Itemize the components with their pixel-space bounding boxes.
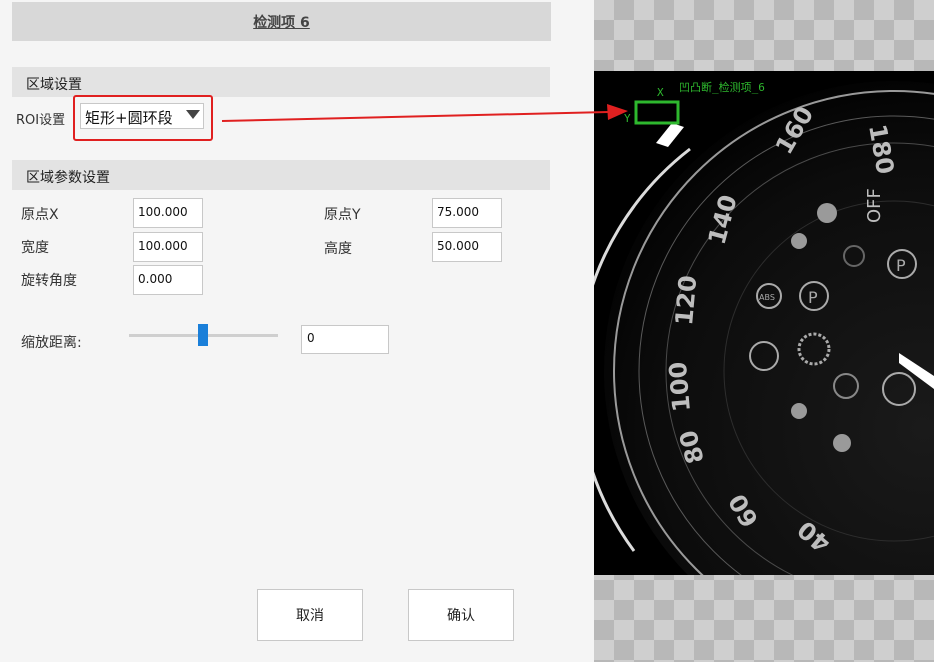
abs-icon-label: ABS bbox=[759, 293, 775, 302]
height-input[interactable]: 50.000 bbox=[432, 232, 502, 262]
axis-x-label: X bbox=[657, 86, 664, 99]
width-input[interactable]: 100.000 bbox=[133, 232, 203, 262]
zoom-input[interactable]: 0 bbox=[301, 325, 389, 354]
params-header: 区域参数设置 bbox=[12, 160, 550, 190]
cancel-button[interactable]: 取消 bbox=[257, 589, 363, 641]
roi-select-value: 矩形+圆环段 bbox=[85, 109, 173, 127]
height-value: 50.000 bbox=[437, 239, 479, 253]
origin-x-value: 100.000 bbox=[138, 205, 188, 219]
origin-y-value: 75.000 bbox=[437, 205, 479, 219]
origin-y-input[interactable]: 75.000 bbox=[432, 198, 502, 228]
confirm-button[interactable]: 确认 bbox=[408, 589, 514, 641]
rotation-input[interactable]: 0.000 bbox=[133, 265, 203, 295]
width-label: 宽度 bbox=[21, 240, 49, 256]
park-icon-label: P bbox=[896, 256, 906, 275]
zoom-label: 缩放距离: bbox=[21, 335, 82, 351]
origin-y-label: 原点Y bbox=[324, 207, 361, 223]
axis-y-label: Y bbox=[624, 112, 631, 125]
region-settings-header: 区域设置 bbox=[12, 67, 550, 97]
title-bar: 检测项 6 bbox=[12, 2, 551, 41]
origin-x-input[interactable]: 100.000 bbox=[133, 198, 203, 228]
origin-x-label: 原点X bbox=[21, 207, 59, 223]
roi-label: ROI设置 bbox=[16, 113, 66, 128]
roi-select[interactable]: 矩形+圆环段 bbox=[80, 103, 204, 129]
overlay-label: 凹凸断_检测项_6 bbox=[679, 80, 765, 94]
airbag-icon bbox=[833, 434, 851, 452]
page-title: 检测项 6 bbox=[253, 14, 310, 31]
park-warning-icon-label: P bbox=[808, 288, 818, 307]
off-label: OFF bbox=[864, 188, 885, 223]
zoom-slider-thumb[interactable] bbox=[198, 324, 208, 346]
width-value: 100.000 bbox=[138, 239, 188, 253]
height-label: 高度 bbox=[324, 241, 352, 257]
rotation-value: 0.000 bbox=[138, 272, 173, 286]
zoom-value: 0 bbox=[307, 331, 315, 345]
dial-number: 100 bbox=[664, 361, 696, 413]
preview-image[interactable]: 180 160 140 120 100 80 60 40 OFF P P ABS… bbox=[594, 71, 934, 575]
rotation-label: 旋转角度 bbox=[21, 273, 77, 289]
settings-panel: 检测项 6 区域设置 ROI设置 矩形+圆环段 区域参数设置 原点X 100.0… bbox=[0, 0, 594, 662]
dial-number: 120 bbox=[670, 274, 702, 326]
seatbelt-icon bbox=[791, 233, 807, 249]
chevron-down-icon[interactable] bbox=[186, 110, 200, 119]
seatbelt-icon bbox=[791, 403, 807, 419]
params-title: 区域参数设置 bbox=[26, 170, 110, 186]
region-settings-title: 区域设置 bbox=[26, 77, 82, 93]
traction-icon bbox=[817, 203, 837, 223]
